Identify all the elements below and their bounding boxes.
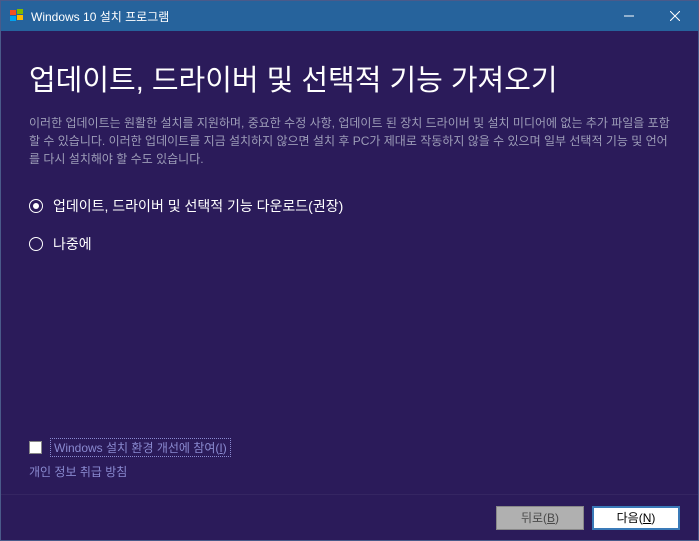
radio-indicator: [29, 199, 43, 213]
next-button[interactable]: 다음(N): [592, 506, 680, 530]
content-area: 업데이트, 드라이버 및 선택적 기능 가져오기 이러한 업데이트는 원활한 설…: [1, 31, 698, 494]
radio-group: 업데이트, 드라이버 및 선택적 기능 다운로드(권장) 나중에: [29, 196, 670, 254]
radio-indicator: [29, 237, 43, 251]
installer-window: Windows 10 설치 프로그램 업데이트, 드라이버 및 선택적 기능 가…: [0, 0, 699, 541]
radio-later-option[interactable]: 나중에: [29, 234, 670, 254]
participation-checkbox[interactable]: [29, 441, 42, 454]
minimize-button[interactable]: [606, 1, 652, 31]
privacy-policy-link[interactable]: 개인 정보 취급 방침: [29, 463, 670, 480]
footer: 뒤로(B) 다음(N): [1, 494, 698, 540]
close-button[interactable]: [652, 1, 698, 31]
app-icon: [9, 8, 25, 24]
radio-label: 나중에: [53, 234, 92, 254]
page-heading: 업데이트, 드라이버 및 선택적 기능 가져오기: [29, 61, 670, 102]
radio-label: 업데이트, 드라이버 및 선택적 기능 다운로드(권장): [53, 196, 343, 216]
titlebar: Windows 10 설치 프로그램: [1, 1, 698, 31]
participation-checkbox-row: Windows 설치 환경 개선에 참여(I): [29, 438, 670, 457]
titlebar-controls: [606, 1, 698, 31]
window-title: Windows 10 설치 프로그램: [31, 8, 606, 25]
bottom-section: Windows 설치 환경 개선에 참여(I) 개인 정보 취급 방침: [29, 438, 670, 494]
back-button[interactable]: 뒤로(B): [496, 506, 584, 530]
radio-download-option[interactable]: 업데이트, 드라이버 및 선택적 기능 다운로드(권장): [29, 196, 670, 216]
participation-checkbox-label[interactable]: Windows 설치 환경 개선에 참여(I): [50, 438, 231, 457]
page-description: 이러한 업데이트는 원활한 설치를 지원하며, 중요한 수정 사항, 업데이트 …: [29, 114, 670, 168]
